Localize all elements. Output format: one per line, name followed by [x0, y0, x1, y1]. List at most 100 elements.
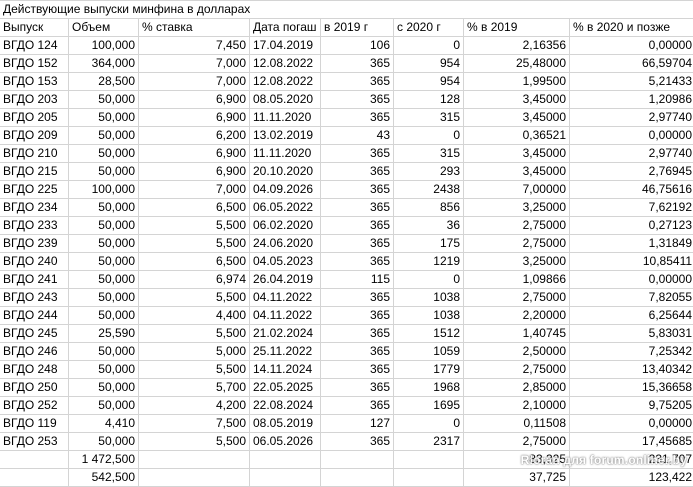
header-cell-rate[interactable]: % ставка	[139, 19, 250, 37]
cell-maturity[interactable]: 24.06.2020	[250, 235, 321, 253]
cell-rate[interactable]: 5,500	[139, 235, 250, 253]
cell-issue[interactable]: ВГДО 244	[0, 307, 69, 325]
cell-pct-2020[interactable]: 66,59704	[570, 55, 693, 73]
cell-days-2020[interactable]: 856	[394, 199, 464, 217]
cell-days-2020[interactable]: 1059	[394, 343, 464, 361]
cell-maturity[interactable]: 06.05.2026	[250, 433, 321, 451]
cell-pct-2020[interactable]: 10,85411	[570, 253, 693, 271]
cell-issue[interactable]: ВГДО 252	[0, 397, 69, 415]
cell-pct-2020[interactable]: 9,75205	[570, 397, 693, 415]
cell-days-2019[interactable]: 127	[321, 415, 394, 433]
total-volume[interactable]: 1 472,500	[69, 451, 139, 469]
cell-pct-2019[interactable]: 3,45000	[464, 91, 570, 109]
cell-pct-2020[interactable]: 6,25644	[570, 307, 693, 325]
cell-days-2019[interactable]: 365	[321, 289, 394, 307]
cell-maturity[interactable]: 26.04.2019	[250, 271, 321, 289]
cell-pct-2020[interactable]: 7,62192	[570, 199, 693, 217]
cell-days-2019[interactable]: 365	[321, 217, 394, 235]
cell-days-2020[interactable]: 293	[394, 163, 464, 181]
cell-volume[interactable]: 50,000	[69, 289, 139, 307]
header-cell-pct-2020[interactable]: % в 2020 и позже	[570, 19, 693, 37]
cell-pct-2019[interactable]: 2,10000	[464, 397, 570, 415]
cell-volume[interactable]: 50,000	[69, 109, 139, 127]
cell-maturity[interactable]: 12.08.2022	[250, 73, 321, 91]
cell-maturity[interactable]: 22.05.2025	[250, 379, 321, 397]
cell-days-2019[interactable]: 365	[321, 55, 394, 73]
cell-rate[interactable]: 7,000	[139, 181, 250, 199]
cell-issue[interactable]: ВГДО 203	[0, 91, 69, 109]
cell-rate[interactable]: 6,974	[139, 271, 250, 289]
cell-days-2020[interactable]: 175	[394, 235, 464, 253]
cell-pct-2019[interactable]: 2,50000	[464, 343, 570, 361]
cell-pct-2019[interactable]: 2,75000	[464, 433, 570, 451]
cell-maturity[interactable]: 08.05.2020	[250, 91, 321, 109]
cell-days-2019[interactable]: 365	[321, 73, 394, 91]
cell-days-2020[interactable]: 36	[394, 217, 464, 235]
cell-pct-2020[interactable]: 0,00000	[570, 37, 693, 55]
cell-days-2020[interactable]: 954	[394, 73, 464, 91]
cell-issue[interactable]: ВГДО 152	[0, 55, 69, 73]
cell-pct-2020[interactable]: 0,27123	[570, 217, 693, 235]
empty-cell[interactable]	[250, 469, 321, 487]
cell-volume[interactable]: 100,000	[69, 181, 139, 199]
cell-pct-2019[interactable]: 1,99500	[464, 73, 570, 91]
cell-maturity[interactable]: 06.02.2020	[250, 217, 321, 235]
cell-issue[interactable]: ВГДО 210	[0, 145, 69, 163]
cell-pct-2019[interactable]: 2,75000	[464, 361, 570, 379]
empty-cell[interactable]	[394, 451, 464, 469]
cell-rate[interactable]: 4,400	[139, 307, 250, 325]
cell-issue[interactable]: ВГДО 253	[0, 433, 69, 451]
cell-pct-2019[interactable]: 2,16356	[464, 37, 570, 55]
cell-issue[interactable]: ВГДО 215	[0, 163, 69, 181]
cell-volume[interactable]: 50,000	[69, 397, 139, 415]
cell-rate[interactable]: 5,500	[139, 433, 250, 451]
cell-pct-2020[interactable]: 0,00000	[570, 271, 693, 289]
cell-issue[interactable]: ВГДО 119	[0, 415, 69, 433]
cell-volume[interactable]: 50,000	[69, 91, 139, 109]
cell-pct-2019[interactable]: 2,75000	[464, 217, 570, 235]
cell-volume[interactable]: 28,500	[69, 73, 139, 91]
cell-pct-2019[interactable]: 3,25000	[464, 253, 570, 271]
header-cell-maturity[interactable]: Дата погаш	[250, 19, 321, 37]
cell-rate[interactable]: 5,500	[139, 361, 250, 379]
cell-issue[interactable]: ВГДО 243	[0, 289, 69, 307]
cell-rate[interactable]: 7,000	[139, 55, 250, 73]
empty-cell[interactable]	[321, 451, 394, 469]
cell-days-2019[interactable]: 43	[321, 127, 394, 145]
empty-cell[interactable]	[139, 451, 250, 469]
cell-volume[interactable]: 50,000	[69, 343, 139, 361]
cell-days-2019[interactable]: 365	[321, 145, 394, 163]
empty-cell[interactable]	[139, 469, 250, 487]
sheet-title[interactable]: Действующие выпуски минфина в долларах	[0, 1, 693, 19]
cell-days-2020[interactable]: 0	[394, 37, 464, 55]
cell-pct-2020[interactable]: 7,25342	[570, 343, 693, 361]
cell-rate[interactable]: 4,200	[139, 397, 250, 415]
cell-pct-2019[interactable]: 0,36521	[464, 127, 570, 145]
cell-maturity[interactable]: 04.09.2026	[250, 181, 321, 199]
cell-rate[interactable]: 7,000	[139, 73, 250, 91]
cell-pct-2019[interactable]: 3,45000	[464, 109, 570, 127]
cell-pct-2019[interactable]: 0,11508	[464, 415, 570, 433]
cell-issue[interactable]: ВГДО 153	[0, 73, 69, 91]
cell-days-2020[interactable]: 1038	[394, 289, 464, 307]
cell-days-2020[interactable]: 315	[394, 145, 464, 163]
cell-pct-2019[interactable]: 3,25000	[464, 199, 570, 217]
cell-rate[interactable]: 7,450	[139, 37, 250, 55]
cell-volume[interactable]: 50,000	[69, 199, 139, 217]
cell-rate[interactable]: 5,500	[139, 289, 250, 307]
cell-issue[interactable]: ВГДО 225	[0, 181, 69, 199]
cell-days-2019[interactable]: 365	[321, 397, 394, 415]
cell-maturity[interactable]: 25.11.2022	[250, 343, 321, 361]
cell-issue[interactable]: ВГДО 241	[0, 271, 69, 289]
cell-pct-2020[interactable]: 0,00000	[570, 127, 693, 145]
cell-rate[interactable]: 5,500	[139, 325, 250, 343]
cell-issue[interactable]: ВГДО 205	[0, 109, 69, 127]
cell-volume[interactable]: 50,000	[69, 235, 139, 253]
cell-pct-2019[interactable]: 2,75000	[464, 289, 570, 307]
cell-pct-2020[interactable]: 0,00000	[570, 415, 693, 433]
cell-volume[interactable]: 50,000	[69, 253, 139, 271]
cell-rate[interactable]: 6,500	[139, 253, 250, 271]
cell-maturity[interactable]: 11.11.2020	[250, 109, 321, 127]
cell-pct-2020[interactable]: 13,40342	[570, 361, 693, 379]
cell-volume[interactable]: 50,000	[69, 307, 139, 325]
